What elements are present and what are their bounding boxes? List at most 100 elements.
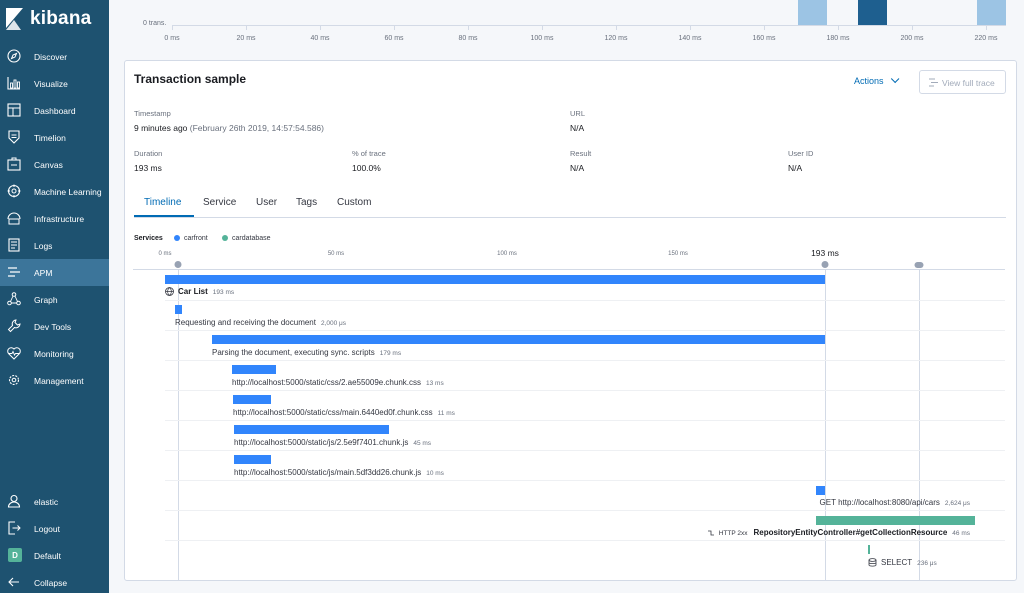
legend-label: carfront xyxy=(184,235,208,242)
span-name: http://localhost:5000/static/js/2.5e9f74… xyxy=(234,438,409,447)
graph-icon xyxy=(7,292,21,306)
brand[interactable]: kibana xyxy=(0,0,109,40)
nav-visualize[interactable]: Visualize xyxy=(0,70,109,97)
nav-logs[interactable]: Logs xyxy=(0,232,109,259)
span-bar[interactable] xyxy=(232,365,276,374)
span-bar[interactable] xyxy=(816,516,975,525)
span-duration: 13 ms xyxy=(426,380,444,387)
x-axis-tick-label: 20 ms xyxy=(236,35,256,42)
timestamp-absolute: (February 26th 2019, 14:57:54.586) xyxy=(189,123,324,133)
x-axis-tick-label: 140 ms xyxy=(678,35,702,42)
nav-user[interactable]: elastic xyxy=(0,488,109,515)
span-label[interactable]: SELECT 236 μs xyxy=(868,558,937,567)
row-separator xyxy=(165,360,1005,361)
logout-icon xyxy=(8,521,21,535)
row-separator xyxy=(165,510,1005,511)
row-separator xyxy=(165,450,1005,451)
percent-of-trace-label: % of trace xyxy=(352,149,386,158)
x-axis-tick-label: 160 ms xyxy=(752,35,776,42)
span-label[interactable]: http://localhost:5000/static/css/2.ae550… xyxy=(232,378,444,387)
waterfall-timeline: 0 ms 50 ms 100 ms 150 ms 193 ms Car List… xyxy=(124,245,1017,581)
legend-carfront[interactable]: carfront xyxy=(174,235,208,242)
actions-label: Actions xyxy=(854,76,884,86)
tab-tags[interactable]: Tags xyxy=(296,197,317,208)
x-axis-tick-mark xyxy=(764,25,765,30)
nav-label: Infrastructure xyxy=(34,214,85,224)
span-bar[interactable] xyxy=(175,305,182,314)
view-full-trace-label: View full trace xyxy=(942,78,995,88)
row-separator xyxy=(165,480,1005,481)
arrow-left-icon xyxy=(8,577,19,587)
span-bar[interactable] xyxy=(868,545,870,554)
span-label[interactable]: Car List 193 ms xyxy=(165,287,234,296)
timeline-guide-line xyxy=(178,269,179,581)
nav-collapse[interactable]: Collapse xyxy=(0,569,109,593)
y-axis-label: 0 trans. xyxy=(143,20,167,27)
legend-cardatabase[interactable]: cardatabase xyxy=(222,235,271,242)
actions-button[interactable]: Actions xyxy=(854,74,899,86)
histogram-bar[interactable] xyxy=(798,0,827,25)
legend-label: cardatabase xyxy=(232,235,271,242)
sidebar: kibana Discover Visualize Dashboard Time… xyxy=(0,0,109,593)
tab-service[interactable]: Service xyxy=(203,197,236,208)
span-bar[interactable] xyxy=(165,275,825,284)
tab-timeline[interactable]: Timeline xyxy=(144,197,181,208)
span-name: RepositoryEntityController#getCollection… xyxy=(753,528,948,537)
span-label[interactable]: Parsing the document, executing sync. sc… xyxy=(212,348,401,357)
nav-graph[interactable]: Graph xyxy=(0,286,109,313)
nav-label: Machine Learning xyxy=(34,187,102,197)
span-label[interactable]: HTTP 2xx RepositoryEntityController#getCo… xyxy=(707,528,970,537)
view-full-trace-button[interactable]: View full trace xyxy=(919,70,1006,94)
nav-dashboard[interactable]: Dashboard xyxy=(0,97,109,124)
kibana-logo-icon xyxy=(6,8,23,30)
timeline-marker[interactable] xyxy=(914,262,924,268)
x-axis-tick-label: 180 ms xyxy=(826,35,850,42)
span-bar[interactable] xyxy=(233,395,271,404)
nav-apm[interactable]: APM xyxy=(0,259,109,286)
tab-user[interactable]: User xyxy=(256,197,277,208)
histogram-bar-selected[interactable] xyxy=(858,0,887,25)
span-bar[interactable] xyxy=(234,455,271,464)
histogram-bar[interactable] xyxy=(977,0,1006,25)
nav-logout[interactable]: Logout xyxy=(0,515,109,542)
nav-machine-learning[interactable]: Machine Learning xyxy=(0,178,109,205)
nav-management[interactable]: Management xyxy=(0,367,109,394)
span-duration: 179 ms xyxy=(379,350,402,357)
span-bar[interactable] xyxy=(234,425,389,434)
nav-timelion[interactable]: Timelion xyxy=(0,124,109,151)
timestamp-label: Timestamp xyxy=(134,109,171,118)
span-label[interactable]: http://localhost:5000/static/js/main.5df… xyxy=(234,468,444,477)
nav-dev-tools[interactable]: Dev Tools xyxy=(0,313,109,340)
span-label[interactable]: GET http://localhost:8080/api/cars 2,624 … xyxy=(820,498,970,507)
globe-icon xyxy=(165,287,174,296)
timeline-tick: 100 ms xyxy=(497,251,517,257)
nav-label: elastic xyxy=(34,497,59,507)
nav-label: Discover xyxy=(34,52,68,62)
timeline-tick: 50 ms xyxy=(327,251,345,257)
span-label[interactable]: http://localhost:5000/static/css/main.64… xyxy=(233,408,455,417)
span-name: Parsing the document, executing sync. sc… xyxy=(212,348,375,357)
nav-discover[interactable]: Discover xyxy=(0,43,109,70)
span-bar[interactable] xyxy=(212,335,825,344)
nav-label: Visualize xyxy=(34,79,68,89)
x-axis-tick-mark xyxy=(246,25,247,30)
x-axis-tick-mark xyxy=(690,25,691,30)
x-axis-tick-mark xyxy=(320,25,321,30)
span-duration: 11 ms xyxy=(437,410,455,417)
nav-space-default[interactable]: D Default xyxy=(0,542,109,569)
timeline-marker[interactable] xyxy=(174,261,182,268)
span-label[interactable]: Requesting and receiving the document 2,0… xyxy=(175,318,346,327)
span-duration: 193 ms xyxy=(212,289,235,296)
tab-custom[interactable]: Custom xyxy=(337,197,371,208)
span-bar[interactable] xyxy=(816,486,825,495)
canvas-icon xyxy=(7,157,21,171)
timeline-marker[interactable] xyxy=(821,261,829,268)
span-label[interactable]: http://localhost:5000/static/js/2.5e9f74… xyxy=(234,438,431,447)
nav-monitoring[interactable]: Monitoring xyxy=(0,340,109,367)
apm-trace-icon xyxy=(929,78,938,87)
nav-infrastructure[interactable]: Infrastructure xyxy=(0,205,109,232)
nav-canvas[interactable]: Canvas xyxy=(0,151,109,178)
database-icon xyxy=(868,558,877,567)
user-icon xyxy=(7,494,21,508)
x-axis-tick-label: 0 ms xyxy=(164,35,180,42)
